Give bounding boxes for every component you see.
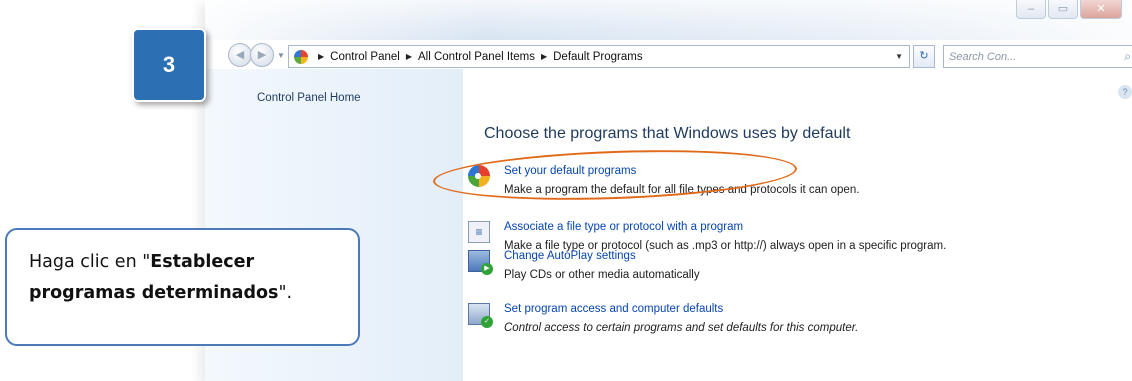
breadcrumb-all-items[interactable]: All Control Panel Items	[418, 51, 535, 63]
title-bar: – ▭ ✕	[205, 0, 1132, 40]
refresh-button[interactable]: ↻	[913, 45, 935, 68]
minimize-button[interactable]: –	[1016, 0, 1046, 19]
program-access-icon: ✓	[468, 303, 493, 328]
close-button[interactable]: ✕	[1080, 0, 1122, 19]
breadcrumb-control-panel[interactable]: Control Panel	[330, 51, 400, 63]
associate-file-type-link[interactable]: Associate a file type or protocol with a…	[504, 221, 743, 233]
callout-text-before: Haga clic en "	[29, 252, 151, 272]
maximize-button[interactable]: ▭	[1048, 0, 1078, 19]
address-dropdown-icon[interactable]: ▼	[895, 52, 903, 61]
navigation-buttons: ◀ ▶ ▼	[228, 43, 285, 67]
instruction-callout: Haga clic en "Establecer programas deter…	[5, 228, 360, 346]
search-icon[interactable]: ⌕	[1124, 49, 1131, 64]
control-panel-home-link[interactable]: Control Panel Home	[257, 92, 361, 104]
breadcrumb-default-programs[interactable]: Default Programs	[553, 51, 642, 63]
task-description: Play CDs or other media automatically	[504, 269, 700, 281]
page-title: Choose the programs that Windows uses by…	[484, 125, 851, 142]
breadcrumb-separator-icon[interactable]: ▶	[406, 52, 412, 61]
file-association-icon: ≡	[468, 221, 490, 243]
control-panel-icon	[294, 49, 308, 64]
window-controls: – ▭ ✕	[1016, 0, 1122, 19]
address-bar[interactable]: ▶ Control Panel ▶ All Control Panel Item…	[288, 45, 910, 68]
step-number-badge: 3	[132, 28, 206, 102]
check-icon: ✓	[481, 316, 493, 328]
help-icon[interactable]: ?	[1118, 85, 1132, 99]
program-access-link[interactable]: Set program access and computer defaults	[504, 303, 723, 315]
search-placeholder[interactable]: Search Con...	[949, 51, 1016, 63]
search-box[interactable]: Search Con... ⌕	[943, 45, 1132, 68]
recent-pages-dropdown-icon[interactable]: ▼	[277, 51, 285, 60]
play-icon: ▶	[481, 263, 493, 275]
change-autoplay-link[interactable]: Change AutoPlay settings	[504, 250, 636, 262]
autoplay-icon: ▶	[468, 250, 493, 275]
task-description: Control access to certain programs and s…	[504, 322, 859, 334]
forward-button[interactable]: ▶	[250, 43, 274, 67]
back-button[interactable]: ◀	[228, 43, 252, 67]
callout-text-after: ".	[278, 283, 293, 303]
breadcrumb-separator-icon[interactable]: ▶	[318, 52, 324, 61]
breadcrumb-separator-icon[interactable]: ▶	[541, 52, 547, 61]
